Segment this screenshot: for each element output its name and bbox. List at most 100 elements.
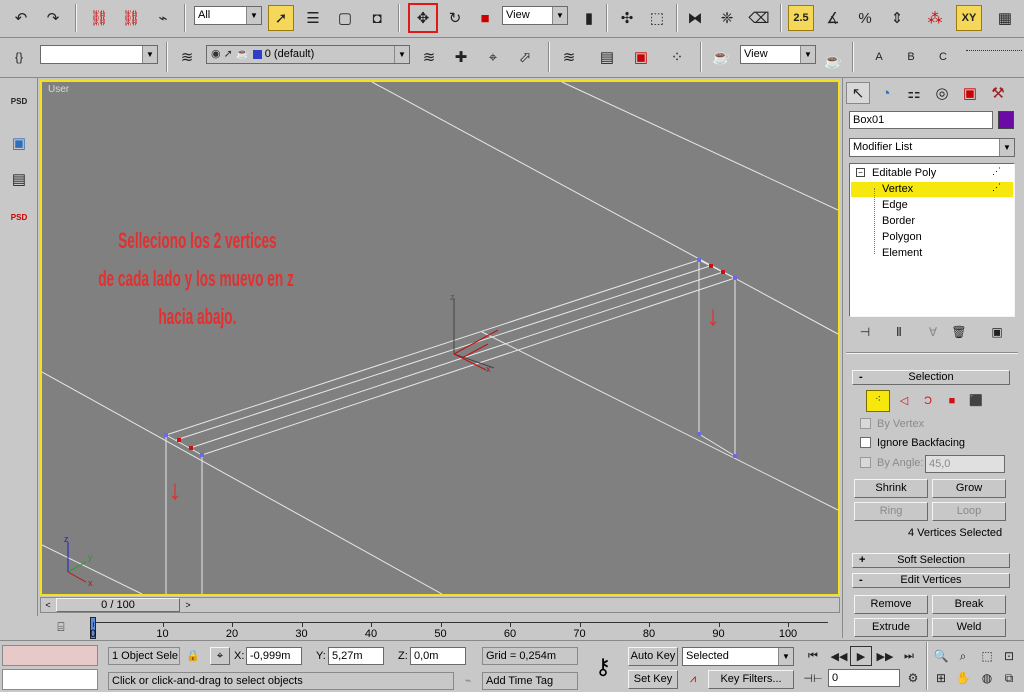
key-tangent-icon[interactable]: ⩘ [682, 670, 704, 689]
remove-button[interactable]: Remove [854, 595, 928, 614]
utilities-tab-icon[interactable]: ⚒ [986, 82, 1010, 104]
curve-editor-icon[interactable]: ▤ [594, 44, 620, 70]
stack-item-border[interactable]: Border [882, 215, 915, 227]
create-layer-icon[interactable]: ≋ [416, 44, 442, 70]
ignore-backfacing-checkbox[interactable] [860, 437, 871, 448]
add-to-layer-icon[interactable]: ✚ [448, 44, 474, 70]
vertex-mode-button[interactable]: ⁖ [866, 390, 890, 412]
image-viewer-icon[interactable]: ▣ [6, 130, 32, 156]
element-mode-icon[interactable]: ⬛ [966, 390, 986, 412]
orbit-icon[interactable]: ◍ [976, 668, 998, 688]
time-slider-left-icon[interactable]: < [42, 599, 54, 611]
zoom-extents-all-icon[interactable]: ⊡ [998, 646, 1020, 666]
render-view-dropdown[interactable]: View ▼ [740, 45, 816, 64]
key-icon[interactable]: ⚷ [586, 652, 620, 682]
pivot-center-icon[interactable]: ▮ [576, 5, 602, 31]
selection-lock-icon[interactable]: 🔒 [184, 647, 202, 665]
stack-item-vertex[interactable] [851, 182, 1013, 197]
key-mode-toggle-icon[interactable]: ⊣⊢ [802, 668, 824, 688]
viewport[interactable]: z x z y x User Selleciono los 2 vertices… [40, 80, 840, 596]
render-setup-icon[interactable]: ☕ [708, 44, 734, 70]
time-slider-right-icon[interactable]: > [182, 599, 194, 611]
break-button[interactable]: Break [932, 595, 1006, 614]
add-time-tag-button[interactable]: Add Time Tag [482, 672, 578, 690]
manipulate-icon[interactable]: ✣ [614, 5, 640, 31]
select-in-layer-icon[interactable]: ⌖ [480, 44, 506, 70]
zoom-extents-icon[interactable]: ⬚ [976, 646, 998, 666]
create-tab-icon[interactable]: ↖ [846, 82, 870, 104]
polygon-mode-icon[interactable]: ■ [942, 390, 962, 412]
stack-item-editable-poly[interactable]: Editable Poly [872, 167, 936, 179]
object-color-swatch[interactable] [998, 111, 1014, 129]
mirror-icon[interactable]: ⧓ [682, 5, 708, 31]
region-zoom-icon[interactable]: ⊞ [930, 668, 952, 688]
absolute-mode-icon[interactable]: ⌖ [210, 647, 230, 665]
grid-icon[interactable]: ▦ [992, 5, 1018, 31]
edge-mode-icon[interactable]: ◁ [894, 390, 914, 412]
time-slider-thumb[interactable]: 0 / 100 [56, 598, 180, 612]
angle-snap-icon[interactable]: ∡ [820, 5, 846, 31]
select-by-name-icon[interactable]: ☰ [300, 5, 326, 31]
hierarchy-tab-icon[interactable]: ⚏ [902, 82, 926, 104]
set-current-layer-icon[interactable]: ⬀ [512, 44, 538, 70]
time-tag-icon[interactable]: ⌁ [458, 672, 478, 690]
remove-modifier-icon[interactable]: 🗑 [948, 322, 970, 342]
psd-delete-icon[interactable]: PSD [6, 204, 32, 230]
by-vertex-checkbox[interactable] [860, 418, 871, 429]
select-and-rotate-icon[interactable]: ↻ [442, 5, 468, 31]
mini-curve-editor-icon[interactable]: ⌸ [48, 616, 74, 638]
select-and-link-icon[interactable]: ⛓ [86, 5, 112, 31]
unlink-icon[interactable]: ⛓ [118, 5, 144, 31]
object-name-field[interactable]: Box01 [849, 111, 993, 129]
maxscript-listener[interactable] [2, 645, 98, 666]
viewport-label[interactable]: User [48, 84, 69, 95]
edit-vertices-rollout-header[interactable]: - Edit Vertices [852, 573, 1010, 588]
next-frame-icon[interactable]: ▶▶ [874, 646, 896, 666]
zoom-icon[interactable]: 🔍 [930, 646, 952, 666]
pan-icon[interactable]: ✋ [952, 668, 974, 688]
stack-item-element[interactable]: Element [882, 247, 922, 259]
quick-render-icon[interactable]: ☕ [820, 48, 846, 74]
key-filters-button[interactable]: Key Filters... [708, 670, 794, 689]
maxscript-mini-listener[interactable] [2, 669, 98, 690]
reference-coordinate-dropdown[interactable]: View ▼ [502, 6, 568, 25]
snaps-toggle-icon[interactable]: 2.5 [788, 5, 814, 31]
named-selection-dropdown[interactable]: ▼ [40, 45, 158, 64]
auto-key-button[interactable]: Auto Key [628, 647, 678, 666]
pin-stack-icon[interactable]: ⊣ [854, 322, 876, 342]
undo-icon[interactable]: ↶ [8, 5, 34, 31]
edit-named-selection-icon[interactable]: ⁂ [922, 5, 948, 31]
text-object-icon[interactable]: {} [6, 44, 32, 70]
angle-spinner[interactable]: 45,0 [925, 455, 1005, 473]
modifier-list-dropdown[interactable]: Modifier List ▼ [849, 138, 1015, 157]
goto-end-icon[interactable]: ⏭ [898, 646, 920, 666]
schematic-view-icon[interactable]: ▣ [628, 44, 654, 70]
selection-filter-dropdown[interactable]: All ▼ [194, 6, 262, 25]
modify-tab-icon[interactable]: ◔ [874, 82, 898, 104]
layer-dropdown[interactable]: ◉ ➚ ☕ 0 (default) ▼ [206, 45, 410, 64]
x-coord-field[interactable]: -0,999m [246, 647, 302, 665]
spinner-snap-icon[interactable]: ⇕ [884, 5, 910, 31]
stack-collapse-icon[interactable]: − [856, 168, 865, 177]
loop-button[interactable]: Loop [932, 502, 1006, 521]
select-and-scale-icon[interactable]: ■ [472, 5, 498, 31]
eraser-icon[interactable]: ⌫ [746, 5, 772, 31]
layer-manager-icon[interactable]: ≋ [174, 44, 200, 70]
select-object-icon[interactable]: ➚ [268, 5, 294, 31]
extrude-button[interactable]: Extrude [854, 618, 928, 637]
show-end-result-icon[interactable]: Ⅱ [888, 322, 910, 342]
material-editor-icon[interactable]: ⁘ [664, 44, 690, 70]
stack-item-edge[interactable]: Edge [882, 199, 908, 211]
time-config-icon[interactable]: ⚙ [902, 668, 924, 688]
percent-snap-icon[interactable]: % [852, 5, 878, 31]
key-mode-dropdown[interactable]: Selected ▼ [682, 647, 794, 666]
previous-frame-icon[interactable]: ◀◀ [828, 646, 850, 666]
by-angle-checkbox[interactable] [860, 457, 871, 468]
rectangular-selection-icon[interactable]: ▢ [332, 5, 358, 31]
calculator-icon[interactable]: ▤ [6, 166, 32, 192]
make-unique-icon[interactable]: ∀ [922, 322, 944, 342]
redo-icon[interactable]: ↷ [40, 5, 66, 31]
window-crossing-icon[interactable]: ◘ [364, 5, 390, 31]
border-mode-icon[interactable]: Ɔ [918, 390, 938, 412]
layers-icon[interactable]: ≋ [556, 44, 582, 70]
